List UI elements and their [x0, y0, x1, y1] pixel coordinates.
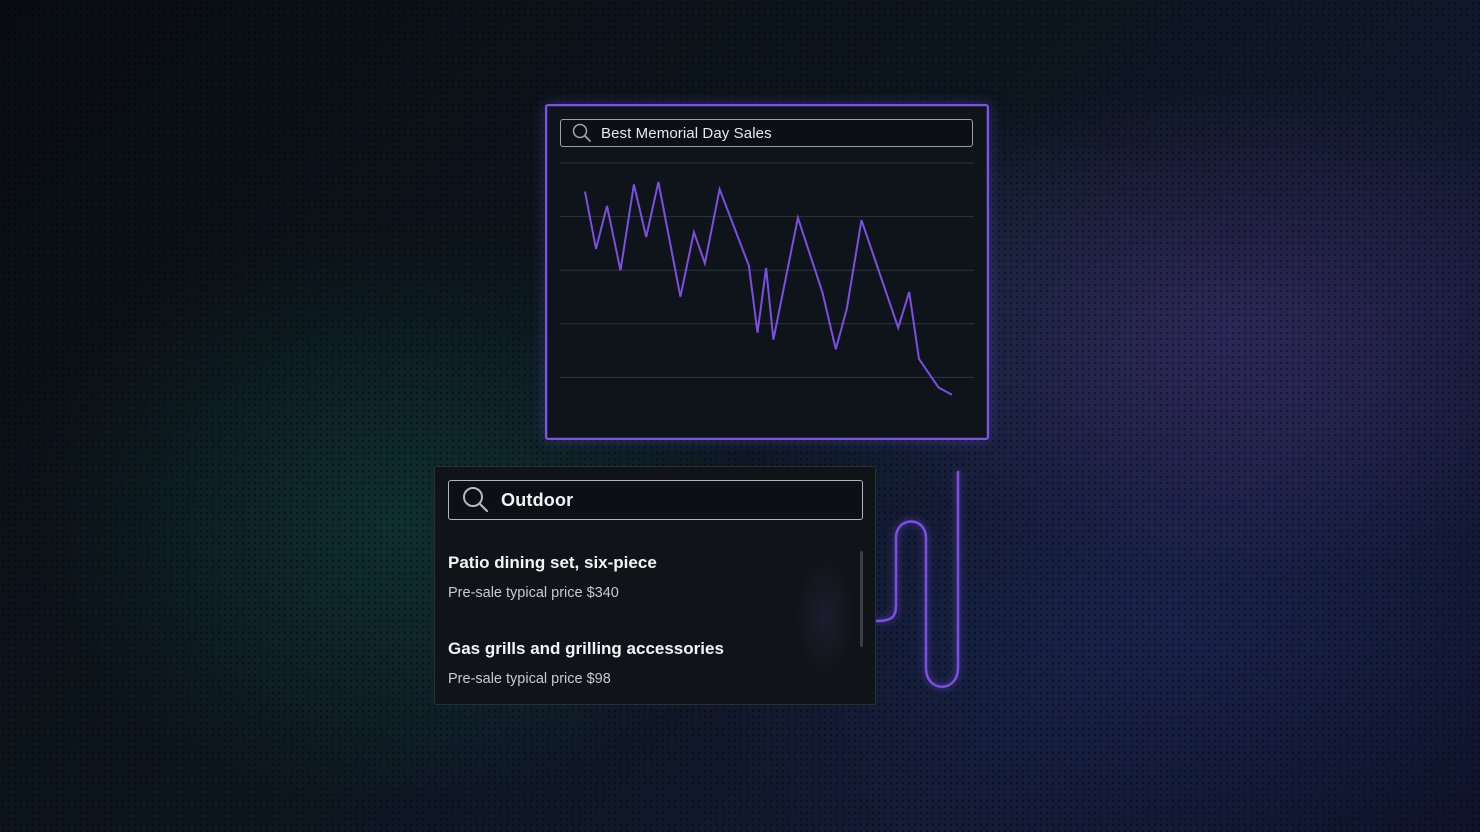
- search-results-card: Outdoor Patio dining set, six-piece Pre-…: [434, 466, 876, 705]
- chart-search-bar[interactable]: Best Memorial Day Sales: [560, 119, 973, 147]
- neon-wire-decoration: [876, 470, 960, 688]
- result-subtitle: Pre-sale typical price $340: [448, 585, 619, 601]
- result-title: Gas grills and grilling accessories: [448, 639, 724, 658]
- results-scrollbar[interactable]: [860, 551, 863, 647]
- chart-search-query: Best Memorial Day Sales: [601, 124, 772, 142]
- result-subtitle: Pre-sale typical price $98: [448, 671, 611, 687]
- search-icon: [571, 122, 593, 144]
- results-search-query: Outdoor: [501, 489, 574, 510]
- results-search-bar[interactable]: Outdoor: [448, 480, 863, 520]
- chart-series-line: [584, 181, 953, 396]
- chart-series: [584, 181, 953, 396]
- price-line-chart: [560, 162, 974, 396]
- search-icon: [461, 485, 491, 515]
- result-item[interactable]: Patio dining set, six-piece Pre-sale typ…: [448, 553, 828, 602]
- result-title: Patio dining set, six-piece: [448, 553, 657, 572]
- price-chart-card: Best Memorial Day Sales: [545, 104, 989, 440]
- result-item[interactable]: Gas grills and grilling accessories Pre-…: [448, 639, 828, 688]
